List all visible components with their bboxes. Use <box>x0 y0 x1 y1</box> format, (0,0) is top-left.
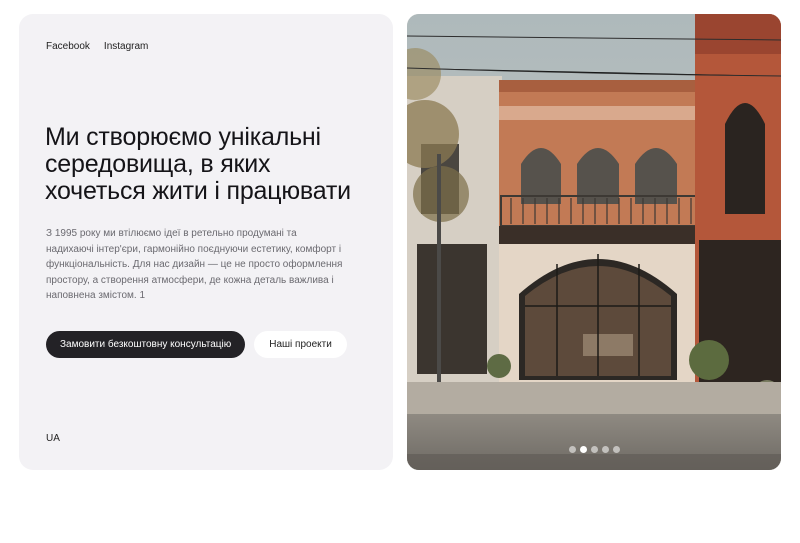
cta-row: Замовити безкоштовну консультацію Наші п… <box>46 331 347 358</box>
hero-photo-carousel[interactable] <box>407 14 781 470</box>
building-facade-photo <box>407 14 781 470</box>
carousel-dot[interactable] <box>579 446 587 453</box>
hero-card: Facebook Instagram Ми створюємо унікальн… <box>19 14 393 470</box>
our-projects-button[interactable]: Наші проекти <box>254 331 347 358</box>
carousel-dot[interactable] <box>568 446 576 453</box>
hero-description: З 1995 року ми втілюємо ідеї в ретельно … <box>46 228 343 302</box>
free-consultation-button[interactable]: Замовити безкоштовну консультацію <box>46 331 246 358</box>
carousel-dot[interactable] <box>590 446 598 453</box>
instagram-link[interactable]: Instagram <box>104 41 148 52</box>
hero-title: Ми створюємо унікальні середовища, в яки… <box>45 124 385 205</box>
language-switcher[interactable]: UA <box>46 433 60 444</box>
social-links: Facebook Instagram <box>46 41 148 52</box>
carousel-dot[interactable] <box>612 446 620 453</box>
hero-title-line-2: середовища, в яких <box>45 150 271 178</box>
carousel-dot[interactable] <box>601 446 609 453</box>
hero-title-line-1: Ми створюємо унікальні <box>45 123 321 151</box>
facebook-link[interactable]: Facebook <box>46 41 90 52</box>
carousel-dots <box>407 446 781 453</box>
hero-title-line-3: хочеться жити і працювати <box>45 177 351 205</box>
